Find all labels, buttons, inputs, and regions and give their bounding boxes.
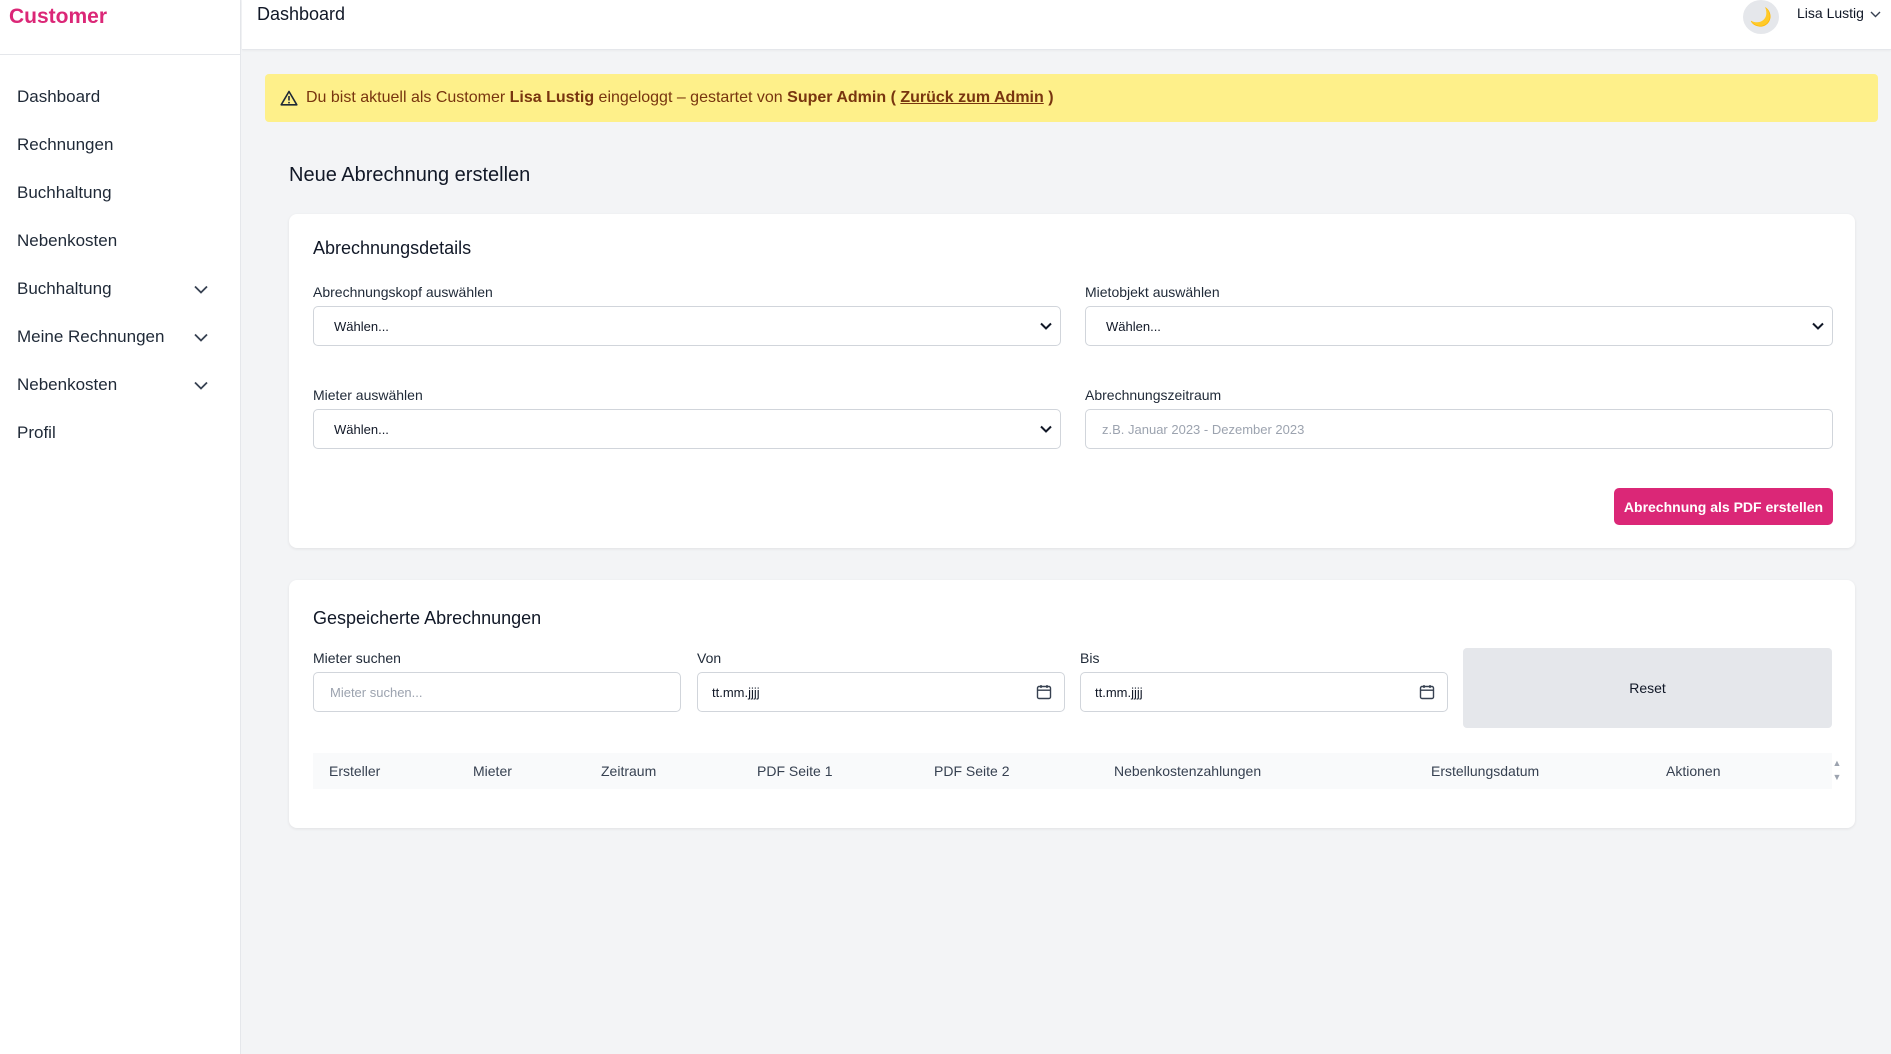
theme-toggle-button[interactable]: 🌙 xyxy=(1743,0,1779,34)
billing-head-value: Wählen... xyxy=(334,318,389,334)
create-pdf-button[interactable]: Abrechnung als PDF erstellen xyxy=(1614,488,1833,525)
calendar-icon[interactable] xyxy=(1419,673,1435,711)
brand-name: Customer xyxy=(9,5,108,28)
user-name: Lisa Lustig xyxy=(1797,5,1864,21)
calendar-icon[interactable] xyxy=(1036,673,1052,711)
search-tenant-input[interactable]: Mieter suchen... xyxy=(313,672,681,712)
impersonation-banner: Du bist aktuell als Customer Lisa Lustig… xyxy=(265,74,1878,122)
table-header: Ersteller Mieter Zeitraum PDF Seite 1 PD… xyxy=(313,753,1832,789)
sidebar-item-buchhaltung[interactable]: Buchhaltung xyxy=(0,169,240,217)
column-header-aktionen[interactable]: Aktionen xyxy=(1666,753,1720,789)
date-to-label: Bis xyxy=(1080,650,1100,666)
sidebar-item-label: Buchhaltung xyxy=(17,183,112,202)
brand-logo[interactable]: Customer xyxy=(0,0,240,55)
chevron-down-icon xyxy=(194,265,208,313)
chevron-down-icon xyxy=(1812,307,1824,345)
saved-billings-card: Gespeicherte Abrechnungen Mieter suchen … xyxy=(289,580,1855,828)
billing-head-select[interactable]: Wählen... xyxy=(313,306,1061,346)
sidebar: Customer Dashboard Rechnungen Buchhaltun… xyxy=(0,0,241,1054)
banner-admin: Super Admin xyxy=(787,89,887,106)
sidebar-item-label: Rechnungen xyxy=(17,135,114,154)
tenant-label: Mieter auswählen xyxy=(313,387,423,403)
sidebar-item-label: Buchhaltung xyxy=(17,279,112,298)
billing-head-label: Abrechnungskopf auswählen xyxy=(313,284,493,300)
chevron-down-icon xyxy=(194,313,208,361)
tenant-select[interactable]: Wählen... xyxy=(313,409,1061,449)
column-header-zeitraum[interactable]: Zeitraum xyxy=(601,753,656,789)
banner-user: Lisa Lustig xyxy=(509,89,595,106)
page-title: Neue Abrechnung erstellen xyxy=(289,164,531,186)
sidebar-item-label: Nebenkosten xyxy=(17,231,118,250)
search-tenant-label: Mieter suchen xyxy=(313,650,401,666)
sidebar-item-dashboard[interactable]: Dashboard xyxy=(0,73,240,121)
sidebar-item-rechnungen[interactable]: Rechnungen xyxy=(0,121,240,169)
sidebar-item-label: Meine Rechnungen xyxy=(17,327,165,346)
date-from-input[interactable]: tt.mm.jjjj xyxy=(697,672,1065,712)
sidebar-group-buchhaltung[interactable]: Buchhaltung xyxy=(0,265,240,313)
rental-object-value: Wählen... xyxy=(1106,318,1161,334)
page-header-title: Dashboard xyxy=(257,4,346,24)
date-from-value: tt.mm.jjjj xyxy=(712,684,760,700)
moon-icon: 🌙 xyxy=(1749,6,1773,27)
sidebar-item-label: Dashboard xyxy=(17,87,101,106)
column-header-mieter[interactable]: Mieter xyxy=(473,753,512,789)
column-header-pdf-seite-2[interactable]: PDF Seite 2 xyxy=(934,753,1009,789)
chevron-down-icon xyxy=(1870,5,1881,21)
reset-button[interactable]: Reset xyxy=(1463,648,1832,728)
banner-text-middle: eingeloggt – gestartet von xyxy=(598,89,783,106)
rental-object-select[interactable]: Wählen... xyxy=(1085,306,1833,346)
sidebar-item-label: Nebenkosten xyxy=(17,375,118,394)
sidebar-item-label: Profil xyxy=(17,423,56,442)
column-header-ersteller[interactable]: Ersteller xyxy=(329,753,380,789)
topbar: Dashboard 🌙 Lisa Lustig xyxy=(242,0,1891,50)
chevron-down-icon xyxy=(194,361,208,409)
arrow-down-icon[interactable]: ▼ xyxy=(1832,770,1842,784)
billing-period-placeholder: z.B. Januar 2023 - Dezember 2023 xyxy=(1102,421,1305,437)
date-from-label: Von xyxy=(697,650,722,666)
rental-object-label: Mietobjekt auswählen xyxy=(1085,284,1220,300)
scroll-arrows[interactable]: ▲ ▼ xyxy=(1832,756,1842,784)
arrow-up-icon[interactable]: ▲ xyxy=(1832,756,1842,770)
date-to-input[interactable]: tt.mm.jjjj xyxy=(1080,672,1448,712)
column-header-nebenkostenzahlungen[interactable]: Nebenkostenzahlungen xyxy=(1114,753,1261,789)
tenant-value: Wählen... xyxy=(334,421,389,437)
billing-details-title: Abrechnungsdetails xyxy=(313,238,472,258)
saved-billings-title: Gespeicherte Abrechnungen xyxy=(313,608,542,628)
sidebar-item-profil[interactable]: Profil xyxy=(0,409,240,457)
chevron-down-icon xyxy=(1040,307,1052,345)
billing-details-card: Abrechnungsdetails Abrechnungskopf auswä… xyxy=(289,214,1855,548)
search-tenant-placeholder: Mieter suchen... xyxy=(330,684,423,700)
banner-paren-close: ) xyxy=(1048,89,1054,106)
column-header-pdf-seite-1[interactable]: PDF Seite 1 xyxy=(757,753,832,789)
back-to-admin-link[interactable]: Zurück zum Admin xyxy=(900,89,1043,107)
sidebar-item-nebenkosten[interactable]: Nebenkosten xyxy=(0,217,240,265)
warning-icon xyxy=(280,90,298,106)
sidebar-group-nebenkosten[interactable]: Nebenkosten xyxy=(0,361,240,409)
chevron-down-icon xyxy=(1040,410,1052,448)
billing-period-input[interactable]: z.B. Januar 2023 - Dezember 2023 xyxy=(1085,409,1833,449)
date-to-value: tt.mm.jjjj xyxy=(1095,684,1143,700)
user-menu[interactable]: Lisa Lustig xyxy=(1797,5,1881,21)
sidebar-group-meine-rechnungen[interactable]: Meine Rechnungen xyxy=(0,313,240,361)
billing-period-label: Abrechnungszeitraum xyxy=(1085,387,1222,403)
sidebar-nav: Dashboard Rechnungen Buchhaltung Nebenko… xyxy=(0,55,240,457)
column-header-erstellungsdatum[interactable]: Erstellungsdatum xyxy=(1431,753,1539,789)
banner-text-before: Du bist aktuell als Customer xyxy=(306,89,506,106)
